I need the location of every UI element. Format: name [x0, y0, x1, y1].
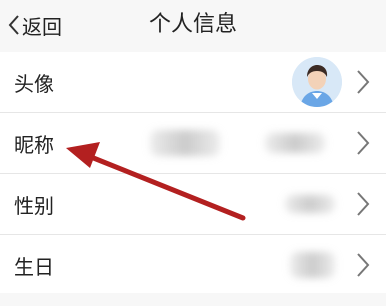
row-label-birthday: 生日: [14, 254, 54, 279]
page-title: 个人信息: [148, 12, 237, 37]
profile-list: 头像 昵称 性别 生日: [0, 52, 386, 295]
bottom-spacer: [0, 293, 386, 306]
row-label-nickname: 昵称: [14, 132, 54, 157]
chevron-right-icon: [357, 253, 370, 277]
row-gender[interactable]: 性别: [0, 174, 386, 235]
user-avatar[interactable]: [292, 57, 342, 107]
blurred-value: [150, 130, 220, 156]
blurred-value: [265, 133, 325, 153]
chevron-right-icon: [357, 192, 370, 216]
row-birthday[interactable]: 生日: [0, 235, 386, 295]
row-label-avatar: 头像: [14, 71, 54, 96]
header-bar: 返回 个人信息: [0, 0, 386, 50]
row-avatar[interactable]: 头像: [0, 52, 386, 113]
chevron-right-icon: [357, 131, 370, 155]
chevron-right-icon: [357, 70, 370, 94]
blurred-value: [290, 252, 335, 278]
row-nickname[interactable]: 昵称: [0, 113, 386, 174]
blurred-value: [285, 195, 335, 213]
row-label-gender: 性别: [14, 193, 54, 218]
